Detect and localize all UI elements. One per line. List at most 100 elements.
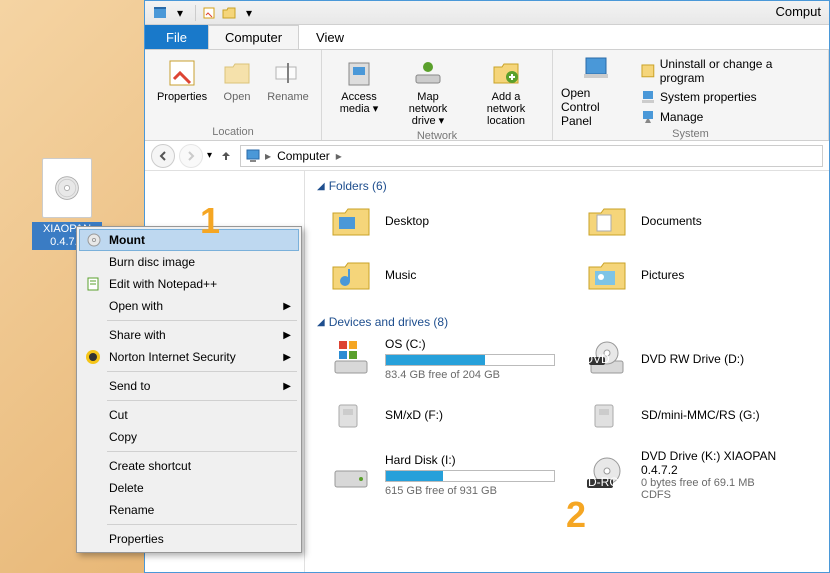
collapse-icon: ◢ (317, 181, 325, 192)
folder-documents[interactable]: Documents (581, 197, 817, 245)
menu-label: Copy (109, 430, 137, 444)
drive-os-c[interactable]: OS (C:) 83.4 GB free of 204 GB (325, 333, 561, 385)
disc-icon (86, 232, 102, 248)
menu-separator (107, 400, 297, 401)
menu-create-shortcut[interactable]: Create shortcut (79, 455, 299, 477)
menu-copy[interactable]: Copy (79, 426, 299, 448)
open-icon (221, 57, 253, 89)
folder-pictures[interactable]: Pictures (581, 251, 817, 299)
access-media-label: Access media ▾ (335, 91, 383, 115)
up-button[interactable] (216, 146, 236, 166)
open-button[interactable]: Open (215, 54, 259, 106)
menu-label: Edit with Notepad++ (109, 277, 217, 291)
uninstall-label: Uninstall or change a program (660, 57, 818, 85)
menu-mount[interactable]: Mount (79, 229, 299, 251)
drive-name: SM/xD (F:) (385, 408, 557, 422)
submenu-arrow-icon: ▶ (283, 381, 291, 392)
network-group-title: Network (330, 130, 544, 144)
breadcrumb-arrow-icon[interactable]: ▸ (265, 149, 271, 163)
folders-header[interactable]: ◢Folders (6) (317, 175, 817, 197)
map-drive-button[interactable]: Map network drive ▾ (392, 54, 464, 130)
menu-delete[interactable]: Delete (79, 477, 299, 499)
uninstall-link[interactable]: Uninstall or change a program (638, 56, 820, 86)
context-menu: Mount Burn disc image Edit with Notepad+… (76, 226, 302, 553)
map-drive-icon (412, 57, 444, 89)
menu-edit-notepad[interactable]: Edit with Notepad++ (79, 273, 299, 295)
svg-text:DVD: DVD (585, 352, 610, 366)
qat-customize-icon[interactable]: ▾ (240, 4, 258, 22)
dvd-rw-icon: DVD (585, 339, 629, 379)
ribbon: Properties Open Rename Location Access m… (145, 49, 829, 141)
sysprops-link[interactable]: System properties (638, 88, 820, 106)
menu-label: Open with (109, 299, 163, 313)
properties-icon (166, 57, 198, 89)
folder-desktop[interactable]: Desktop (325, 197, 561, 245)
menu-norton[interactable]: Norton Internet Security ▶ (79, 346, 299, 368)
breadcrumb-arrow-icon[interactable]: ▸ (336, 149, 342, 163)
submenu-arrow-icon: ▶ (283, 352, 291, 363)
access-media-button[interactable]: Access media ▾ (330, 54, 388, 130)
window-title: Comput (775, 4, 821, 19)
menu-share-with[interactable]: Share with▶ (79, 324, 299, 346)
drive-dvd-rw-d[interactable]: DVD DVD RW Drive (D:) (581, 333, 817, 385)
menu-label: Delete (109, 481, 144, 495)
menu-send-to[interactable]: Send to▶ (79, 375, 299, 397)
menu-properties[interactable]: Properties (79, 528, 299, 550)
menu-burn[interactable]: Burn disc image (79, 251, 299, 273)
qat-separator (195, 5, 196, 21)
window-icon[interactable] (151, 4, 169, 22)
forward-button[interactable] (179, 144, 203, 168)
drive-name: DVD Drive (K:) XIAOPAN 0.4.7.2 (641, 449, 813, 477)
drive-name: OS (C:) (385, 337, 557, 351)
dvd-rom-icon: DVD-ROM (585, 455, 629, 495)
drive-sm-f[interactable]: SM/xD (F:) (325, 391, 561, 439)
menu-cut[interactable]: Cut (79, 404, 299, 426)
qat-new-folder-icon[interactable] (220, 4, 238, 22)
drive-hard-disk-i[interactable]: Hard Disk (I:)615 GB free of 931 GB (325, 445, 561, 505)
add-location-label: Add a network location (473, 91, 539, 127)
drive-dvd-k[interactable]: DVD-ROM DVD Drive (K:) XIAOPAN 0.4.7.20 … (581, 445, 817, 505)
folder-icon (585, 201, 629, 241)
folder-music[interactable]: Music (325, 251, 561, 299)
menu-open-with[interactable]: Open with▶ (79, 295, 299, 317)
back-button[interactable] (151, 144, 175, 168)
tab-computer[interactable]: Computer (208, 25, 299, 49)
rename-button[interactable]: Rename (263, 54, 313, 106)
control-panel-icon (580, 54, 612, 86)
menu-rename[interactable]: Rename (79, 499, 299, 521)
sysprops-icon (640, 89, 656, 105)
drive-name: Hard Disk (I:) (385, 453, 557, 467)
tab-file[interactable]: File (145, 25, 208, 49)
breadcrumb[interactable]: ▸ Computer ▸ (240, 145, 823, 167)
menu-label: Share with (109, 328, 166, 342)
usage-bar (385, 354, 555, 366)
manage-link[interactable]: Manage (638, 108, 820, 126)
manage-label: Manage (660, 110, 703, 124)
menu-separator (107, 320, 297, 321)
tab-view[interactable]: View (299, 25, 361, 49)
control-panel-button[interactable]: Open Control Panel (561, 54, 632, 128)
collapse-icon: ◢ (317, 317, 325, 328)
menu-label: Mount (109, 233, 145, 247)
qat-properties-icon[interactable] (200, 4, 218, 22)
notepad-icon (85, 276, 101, 292)
manage-icon (640, 109, 656, 125)
norton-icon (85, 349, 101, 365)
drives-header[interactable]: ◢Devices and drives (8) (317, 311, 817, 333)
qat-dropdown-icon[interactable]: ▾ (171, 4, 189, 22)
properties-label: Properties (157, 91, 207, 103)
history-dropdown-icon[interactable]: ▾ (207, 150, 212, 161)
add-location-icon (490, 57, 522, 89)
add-location-button[interactable]: Add a network location (468, 54, 544, 130)
menu-label: Norton Internet Security (109, 350, 236, 364)
menu-label: Rename (109, 503, 154, 517)
drive-free: 83.4 GB free of 204 GB (385, 369, 557, 381)
breadcrumb-computer[interactable]: Computer (275, 149, 332, 163)
properties-button[interactable]: Properties (153, 54, 211, 106)
drive-free: 0 bytes free of 69.1 MB (641, 477, 813, 489)
folder-name: Desktop (385, 214, 557, 228)
drive-sd-g[interactable]: SD/mini-MMC/RS (G:) (581, 391, 817, 439)
address-bar-row: ▾ ▸ Computer ▸ (145, 141, 829, 171)
ribbon-tabs: File Computer View (145, 25, 829, 49)
folder-name: Documents (641, 214, 813, 228)
